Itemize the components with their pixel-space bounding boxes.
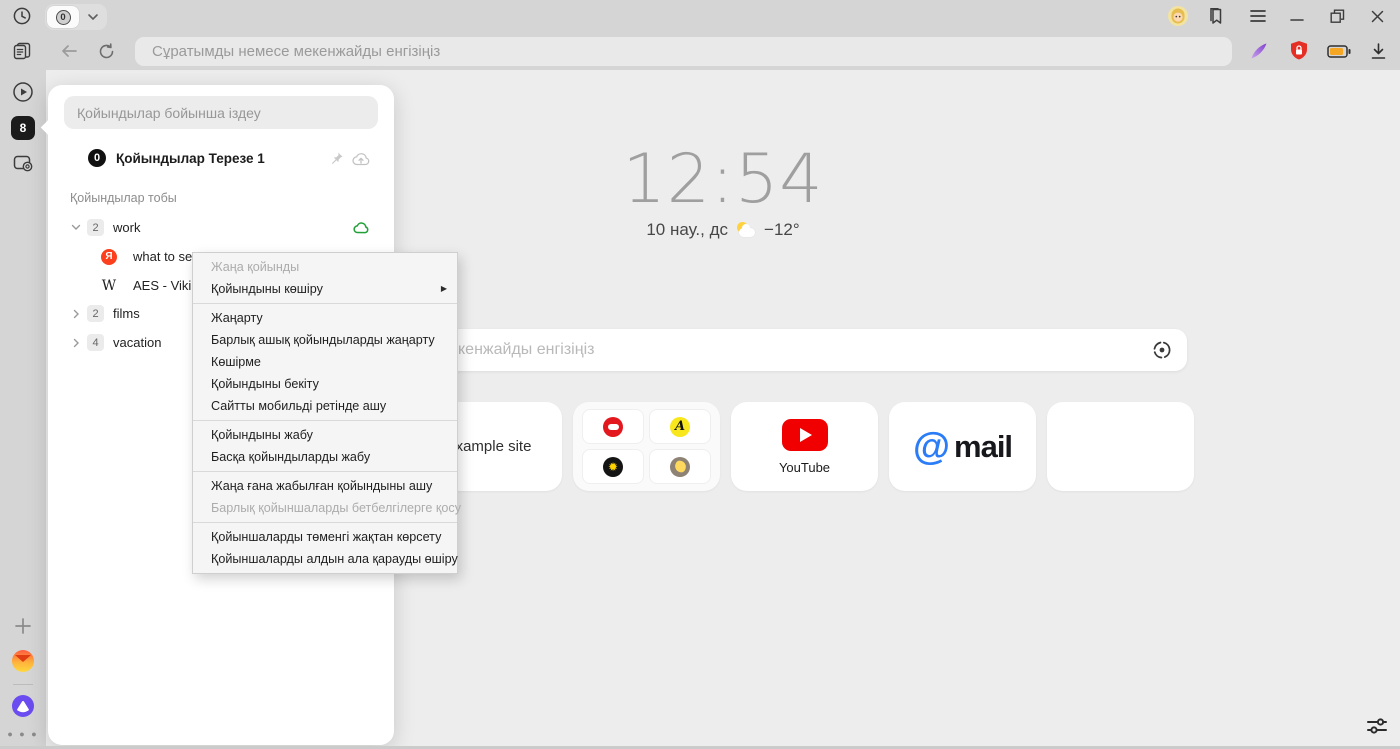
address-bar <box>135 37 1232 66</box>
weather-icon <box>735 222 757 239</box>
shortcut-youtube[interactable]: YouTube <box>731 402 878 491</box>
red-car-favicon <box>603 417 623 437</box>
mail-at-logo: @ <box>913 428 950 466</box>
cloud-upload-icon[interactable] <box>352 151 370 166</box>
menu-item-reopen-closed[interactable]: Жаңа ғана жабылған қойындыны ашу <box>193 475 457 497</box>
tab-strip: 0 <box>45 4 107 30</box>
shortcut-empty-slot[interactable] <box>1047 402 1194 491</box>
sidebar-divider <box>13 684 33 685</box>
wikipedia-favicon: W <box>101 278 117 294</box>
shortcut-label: YouTube <box>779 460 830 475</box>
afisha-favicon: A <box>670 417 690 437</box>
folder-site-3[interactable]: ✹ <box>582 449 644 484</box>
tab-context-menu: Жаңа қойынды Қойындыны көшіру▶ Жаңарту Б… <box>192 252 458 574</box>
tab-list-chevron-down-icon[interactable] <box>79 13 107 21</box>
submenu-arrow-icon: ▶ <box>441 278 447 300</box>
sidebar-more-icon[interactable]: ● ● ● <box>12 723 34 745</box>
date-weather-row[interactable]: 10 нау., дс −12° <box>523 220 923 240</box>
tabs-overview-icon[interactable] <box>12 41 32 61</box>
browser-menu-icon[interactable] <box>1249 8 1267 24</box>
profile-avatar[interactable] <box>1168 6 1188 26</box>
download-icon[interactable] <box>1369 41 1387 61</box>
sidebar: 8 ● ● ● <box>0 70 46 749</box>
yandex-mail-icon[interactable] <box>12 650 34 672</box>
alice-assistant-icon[interactable] <box>12 695 34 717</box>
group-label: work <box>113 220 353 235</box>
mail-wordmark: mail <box>954 429 1012 465</box>
group-count-badge: 2 <box>87 305 104 322</box>
chevron-right-icon[interactable] <box>68 309 84 319</box>
window-item[interactable]: 0 Қойындылар Терезе 1 <box>48 144 394 172</box>
clock: 12:54 <box>523 140 923 219</box>
sync-cloud-icon <box>353 221 370 234</box>
tab-counter-badge: 0 <box>56 10 71 25</box>
shortcut-mail[interactable]: @ mail <box>889 402 1036 491</box>
youtube-logo-icon <box>782 419 828 451</box>
address-input[interactable] <box>135 37 1232 66</box>
menu-divider <box>193 303 457 304</box>
menu-item-close-others[interactable]: Басқа қойындыларды жабу <box>193 446 457 468</box>
tab-group-work[interactable]: 2 work <box>48 213 394 242</box>
window-tab-count-badge: 0 <box>88 149 106 167</box>
menu-item-duplicate[interactable]: Көшірме <box>193 351 457 373</box>
menu-item-open-mobile[interactable]: Сайтты мобильді ретінде ашу <box>193 395 457 417</box>
sidebar-tab-count-badge[interactable]: 8 <box>11 116 35 140</box>
battery-icon[interactable] <box>1327 44 1351 58</box>
menu-divider <box>193 522 457 523</box>
browser-window: 0 <box>0 0 1400 749</box>
menu-item-close-tab[interactable]: Қойындыны жабу <box>193 424 457 446</box>
date-label: 10 нау., дс <box>646 220 728 240</box>
background-settings-icon[interactable] <box>1364 714 1390 738</box>
folder-favicon-grid: A ✹ <box>582 409 711 484</box>
shortcut-folder[interactable]: A ✹ <box>573 402 720 491</box>
temperature-label: −12° <box>764 220 800 240</box>
menu-item-reload-all[interactable]: Барлық ашық қойындыларды жаңарту <box>193 329 457 351</box>
menu-item-pin-tab[interactable]: Қойындыны бекіту <box>193 373 457 395</box>
protect-shield-icon[interactable] <box>1289 40 1309 62</box>
menu-divider <box>193 471 457 472</box>
folder-site-1[interactable] <box>582 409 644 444</box>
window-label: Қойындылар Терезе 1 <box>116 151 321 166</box>
shortcut-label: Example site <box>446 438 532 455</box>
panel-search-input[interactable] <box>64 96 378 129</box>
folder-site-4[interactable] <box>649 449 711 484</box>
sidebar-add-icon[interactable] <box>12 615 34 637</box>
chevron-down-icon[interactable] <box>68 224 84 231</box>
group-count-badge: 2 <box>87 219 104 236</box>
yandex-pen-icon[interactable] <box>1249 41 1269 61</box>
menu-item-bookmark-all: Барлық қойыншаларды бетбелгілерге қосу <box>193 497 457 519</box>
yandex-favicon: Я <box>101 249 117 265</box>
menu-item-move-tab[interactable]: Қойындыны көшіру▶ <box>193 278 457 300</box>
minimize-button[interactable] <box>1288 8 1306 24</box>
video-play-icon[interactable] <box>12 81 34 103</box>
menu-item-new-tab: Жаңа қойынды <box>193 256 457 278</box>
menu-divider <box>193 420 457 421</box>
flower-favicon <box>670 457 690 477</box>
menu-item-show-tabs-bottom[interactable]: Қойыншаларды төменгі жақтан көрсету <box>193 526 457 548</box>
chevron-right-icon[interactable] <box>68 338 84 348</box>
bookmarks-icon[interactable] <box>1206 6 1226 26</box>
tab-groups-section-label: Қойындылар тобы <box>70 191 177 205</box>
pin-icon[interactable] <box>329 151 344 166</box>
back-button[interactable] <box>60 42 78 60</box>
panel-search-bar <box>64 96 378 129</box>
folder-site-2[interactable]: A <box>649 409 711 444</box>
black-yellow-favicon: ✹ <box>603 457 623 477</box>
top-chrome: 0 <box>0 0 1400 70</box>
restore-window-button[interactable] <box>1328 8 1346 24</box>
image-search-camera-icon[interactable] <box>1151 339 1173 361</box>
group-count-badge: 4 <box>87 334 104 351</box>
reload-button[interactable] <box>97 42 115 60</box>
close-window-button[interactable] <box>1368 8 1386 24</box>
menu-item-disable-preview[interactable]: Қойыншаларды алдын ала қарауды өшіру <box>193 548 457 570</box>
active-tab[interactable]: 0 <box>47 6 79 28</box>
screenshot-icon[interactable] <box>12 152 34 174</box>
history-clock-icon[interactable] <box>12 6 32 26</box>
menu-item-reload[interactable]: Жаңарту <box>193 307 457 329</box>
